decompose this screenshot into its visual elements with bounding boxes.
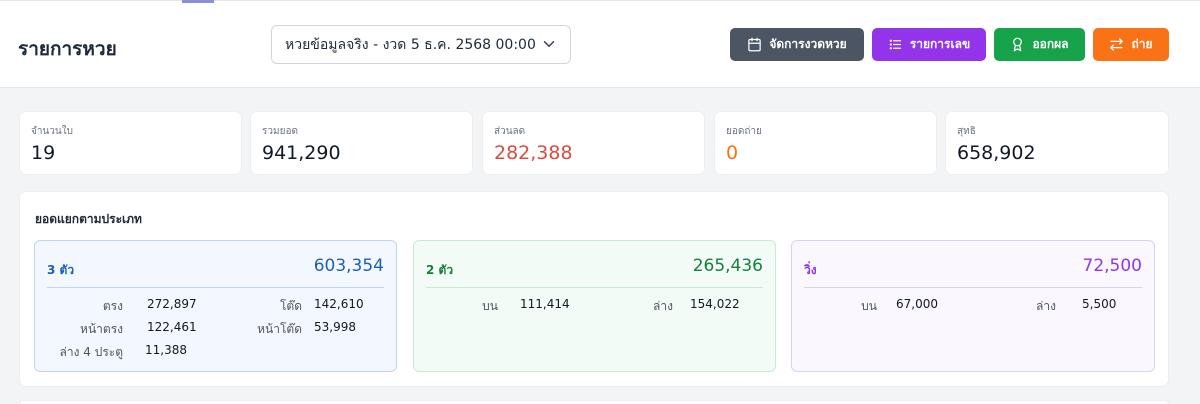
manage-rounds-label: จัดการงวดหวย: [769, 37, 847, 51]
stat-ticket-count: จำนวนใบ 19: [19, 111, 242, 175]
stat-value: 0: [726, 142, 739, 164]
card-name: 3 ตัว: [47, 263, 75, 277]
draw-result-button[interactable]: ออกผล: [994, 28, 1085, 61]
manage-rounds-button[interactable]: จัดการงวดหวย: [730, 28, 864, 61]
award-icon: [1013, 37, 1023, 52]
row-value: 154,022: [690, 297, 740, 311]
breakdown-title: ยอดแยกตามประเภท: [35, 212, 142, 226]
stat-value: 658,902: [957, 142, 1036, 164]
two-digit-card: 2 ตัว 265,436 บน 111,414 ล่าง 154,022: [413, 240, 776, 372]
stat-total: รวมยอด 941,290: [250, 111, 473, 175]
card-divider: [804, 287, 1142, 288]
run-number-card: วิ่ง 72,500 บน 67,000 ล่าง 5,500: [791, 240, 1155, 372]
row-label: หน้าตรง: [80, 322, 123, 336]
card-name: 2 ตัว: [426, 263, 454, 277]
three-digit-card: 3 ตัว 603,354 ตรง 272,897 โต๊ด 142,610 ห…: [34, 240, 397, 372]
row-value: 53,998: [314, 320, 356, 334]
round-select-value: หวยข้อมูลจริง - งวด 5 ธ.ค. 2568 00:00: [285, 36, 536, 53]
draw-result-label: ออกผล: [1032, 37, 1069, 51]
stat-label: ส่วนลด: [494, 126, 526, 137]
row-label: บน: [861, 299, 877, 313]
row-label: ล่าง: [1036, 299, 1056, 313]
stat-transferred: ยอดถ่าย 0: [714, 111, 937, 175]
row-value: 142,610: [314, 297, 364, 311]
next-panel-edge: [19, 400, 1169, 404]
card-total: 603,354: [313, 256, 384, 276]
calendar-icon: [748, 37, 762, 52]
card-divider: [426, 287, 763, 288]
stat-value: 19: [31, 142, 56, 164]
row-value: 5,500: [1082, 297, 1117, 311]
card-total: 265,436: [692, 256, 763, 276]
row-label: บน: [482, 299, 498, 313]
stat-value: 941,290: [262, 142, 341, 164]
row-value: 272,897: [147, 297, 197, 311]
stat-label: สุทธิ: [957, 126, 976, 137]
number-list-label: รายการเลข: [909, 37, 971, 51]
row-value: 111,414: [520, 297, 570, 311]
stat-label: ยอดถ่าย: [726, 126, 762, 137]
list-icon: [889, 39, 901, 50]
stat-label: จำนวนใบ: [31, 126, 73, 137]
stat-discount: ส่วนลด 282,388: [482, 111, 705, 175]
breakdown-panel: ยอดแยกตามประเภท 3 ตัว 603,354 ตรง 272,89…: [19, 191, 1169, 387]
row-label: ตรง: [102, 299, 123, 313]
transfer-button[interactable]: ถ่าย: [1093, 28, 1169, 61]
active-tab-indicator: [182, 0, 214, 3]
chevron-down-icon: [543, 41, 555, 47]
transfer-label: ถ่าย: [1131, 37, 1153, 51]
round-select[interactable]: หวยข้อมูลจริง - งวด 5 ธ.ค. 2568 00:00: [271, 25, 571, 64]
stat-value: 282,388: [494, 142, 573, 164]
stat-net: สุทธิ 658,902: [945, 111, 1169, 175]
number-list-button[interactable]: รายการเลข: [872, 28, 986, 61]
top-bar: รายการหวย หวยข้อมูลจริง - งวด 5 ธ.ค. 256…: [0, 0, 1200, 88]
row-value: 122,461: [147, 320, 197, 334]
swap-arrows-icon: [1110, 38, 1124, 51]
row-label: หน้าโต๊ด: [257, 322, 302, 336]
row-label: ล่าง 4 ประตู: [59, 345, 123, 359]
card-name: วิ่ง: [804, 263, 817, 277]
row-label: โต๊ด: [279, 299, 302, 313]
top-border: [0, 0, 1200, 1]
page-title: รายการหวย: [18, 38, 117, 60]
stat-label: รวมยอด: [262, 126, 298, 137]
row-value: 11,388: [145, 343, 187, 357]
card-total: 72,500: [1082, 256, 1142, 276]
row-label: ล่าง: [653, 299, 673, 313]
card-divider: [47, 287, 384, 288]
row-value: 67,000: [896, 297, 938, 311]
